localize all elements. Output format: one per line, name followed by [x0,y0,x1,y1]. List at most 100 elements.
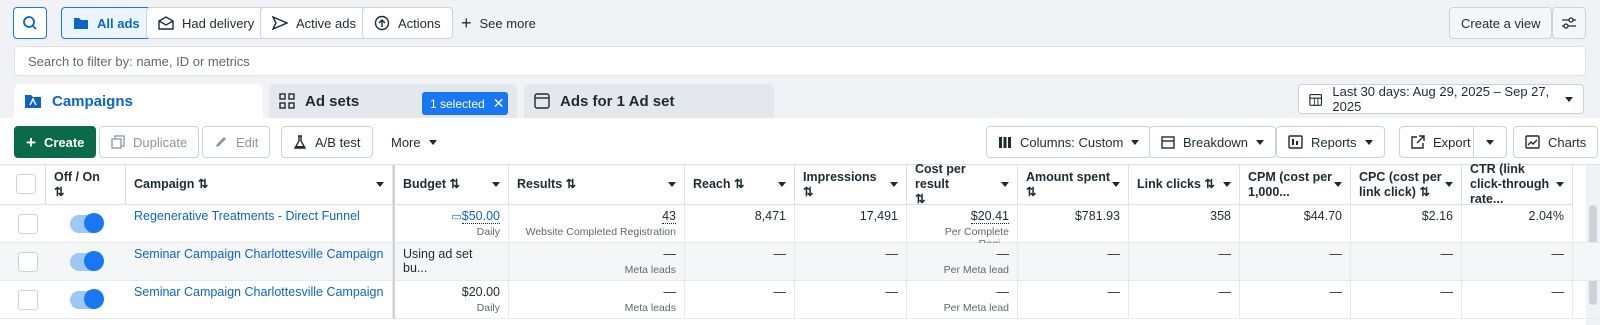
header-cpm[interactable]: CPM (cost per 1,000... [1240,165,1351,205]
filter-all-ads-label: All ads [97,15,140,31]
budget-chart-icon[interactable]: ▭ [451,211,461,223]
chevron-down-icon[interactable] [1001,182,1009,187]
campaign-toggle[interactable] [70,213,104,233]
filter-had-delivery[interactable]: Had delivery [146,7,267,39]
header-cost-per-result[interactable]: Cost per result ⇅ [907,162,1018,206]
filter-active-ads[interactable]: Active ads [260,7,368,39]
sort-icon[interactable]: ⇅ [1204,177,1214,191]
campaign-name-link[interactable]: Regenerative Treatments - Direct Funnel [134,209,360,223]
copy-icon [111,135,125,149]
header-off-on[interactable]: Off / On ⇅ [46,165,126,205]
header-link-clicks[interactable]: Link clicks ⇅ [1129,165,1240,205]
chevron-down-icon[interactable] [492,182,500,187]
header-impressions[interactable]: Impressions ⇅ [795,165,907,205]
calendar-icon [1309,93,1323,106]
view-settings-button[interactable] [1552,7,1586,39]
selection-badge[interactable]: 1 selected ✕ [422,92,508,115]
breakdown-label: Breakdown [1183,134,1249,150]
header-cpc[interactable]: CPC (cost per link click) ⇅ [1351,165,1462,205]
chevron-down-icon[interactable] [778,182,786,187]
sort-icon[interactable]: ⇅ [1026,185,1036,199]
sort-icon[interactable]: ⇅ [566,177,576,191]
filter-all-ads[interactable]: All ads [61,7,152,39]
table-row[interactable]: Seminar Campaign Charlottesville Campaig… [0,243,1600,281]
export-menu-button[interactable] [1473,126,1507,158]
table-row[interactable]: Regenerative Treatments - Direct Funnel … [0,205,1600,250]
header-campaign[interactable]: Campaign ⇅ [126,165,393,205]
charts-button[interactable]: Charts [1513,126,1599,158]
chevron-down-icon[interactable] [890,182,898,187]
chevron-down-icon[interactable] [376,182,384,187]
results-sub: Meta leads [624,302,676,314]
reach-value: — [685,243,795,281]
plus-icon: + [461,13,472,33]
cost-sub: Per Meta lead [943,264,1009,276]
filter-actions[interactable]: Actions [362,7,453,39]
edit-button[interactable]: Edit [202,126,271,158]
chart-icon [1525,135,1540,149]
chevron-down-icon[interactable] [668,182,676,187]
create-view-button[interactable]: Create a view [1449,7,1553,39]
header-results-label: Results [517,177,563,191]
pencil-icon [216,137,226,147]
date-range-picker[interactable]: Last 30 days: Aug 29, 2025 – Sep 27, 202… [1298,84,1584,114]
tab-campaigns[interactable]: Campaigns [14,84,263,118]
campaign-name-link[interactable]: Seminar Campaign Charlottesville Campaig… [134,247,383,261]
search-button[interactable] [13,7,47,39]
header-campaign-label: Campaign [134,177,195,191]
breakdown-button[interactable]: Breakdown [1149,126,1277,158]
header-results[interactable]: Results ⇅ [509,165,685,205]
close-icon[interactable]: ✕ [493,95,505,112]
tab-ads[interactable]: Ads for 1 Ad set [524,84,774,118]
sort-icon[interactable]: ⇅ [198,177,208,191]
header-link-clicks-label: Link clicks [1137,177,1201,191]
header-ctr[interactable]: CTR (link click-through rate... [1462,162,1573,206]
cost-value: $20.41 [970,209,1009,224]
reach-value: 8,471 [685,205,795,243]
chevron-down-icon[interactable] [1445,182,1453,187]
date-range-label: Last 30 days: Aug 29, 2025 – Sep 27, 202… [1332,84,1550,114]
sort-icon[interactable]: ⇅ [1419,185,1429,199]
impressions-value: 17,491 [795,205,907,243]
folder-icon [74,18,88,29]
reports-button[interactable]: Reports [1276,126,1385,158]
search-placeholder: Search to filter by: name, ID or metrics [28,53,250,69]
chevron-down-icon [1256,139,1265,145]
chevron-down-icon[interactable] [1556,182,1564,187]
chevron-down-icon[interactable] [1223,182,1231,187]
sort-icon[interactable]: ⇅ [915,192,925,206]
select-all-checkbox[interactable] [16,174,36,194]
header-budget[interactable]: Budget ⇅ [393,165,509,205]
chevron-down-icon [428,139,437,145]
header-reach[interactable]: Reach ⇅ [685,165,795,205]
export-button[interactable]: Export [1399,126,1483,158]
header-amount-spent[interactable]: Amount spent ⇅ [1018,165,1129,205]
columns-button[interactable]: Columns: Custom [986,126,1152,158]
row-checkbox[interactable] [18,252,38,272]
sort-icon[interactable]: ⇅ [803,185,813,199]
search-input[interactable]: Search to filter by: name, ID or metrics [14,46,1586,76]
budget-value[interactable]: $50.00 [461,209,500,224]
campaign-toggle[interactable] [70,251,104,271]
row-checkbox[interactable] [18,214,38,234]
sliders-icon [1562,17,1576,29]
chevron-down-icon[interactable] [1334,182,1342,187]
campaign-toggle[interactable] [70,289,104,309]
cpc-value: $2.16 [1351,205,1462,243]
clicks-value: 358 [1129,205,1240,243]
sort-icon[interactable]: ⇅ [54,185,64,199]
sort-icon[interactable]: ⇅ [734,177,744,191]
sort-icon[interactable]: ⇅ [450,177,460,191]
ab-test-button[interactable]: A/B test [281,126,373,158]
cpc-value: — [1351,243,1462,281]
campaign-name-link[interactable]: Seminar Campaign Charlottesville Campaig… [134,285,383,299]
more-button[interactable]: More [380,126,448,158]
chevron-down-icon [1565,96,1573,102]
row-checkbox[interactable] [18,290,38,310]
see-more-button[interactable]: + See more [450,7,547,39]
table-row[interactable]: Seminar Campaign Charlottesville Campaig… [0,281,1600,319]
header-ctr-label: CTR (link click-through rate... [1470,162,1550,206]
create-button[interactable]: + Create [14,126,97,158]
duplicate-button[interactable]: Duplicate [99,126,200,158]
chevron-down-icon[interactable] [1112,182,1120,187]
